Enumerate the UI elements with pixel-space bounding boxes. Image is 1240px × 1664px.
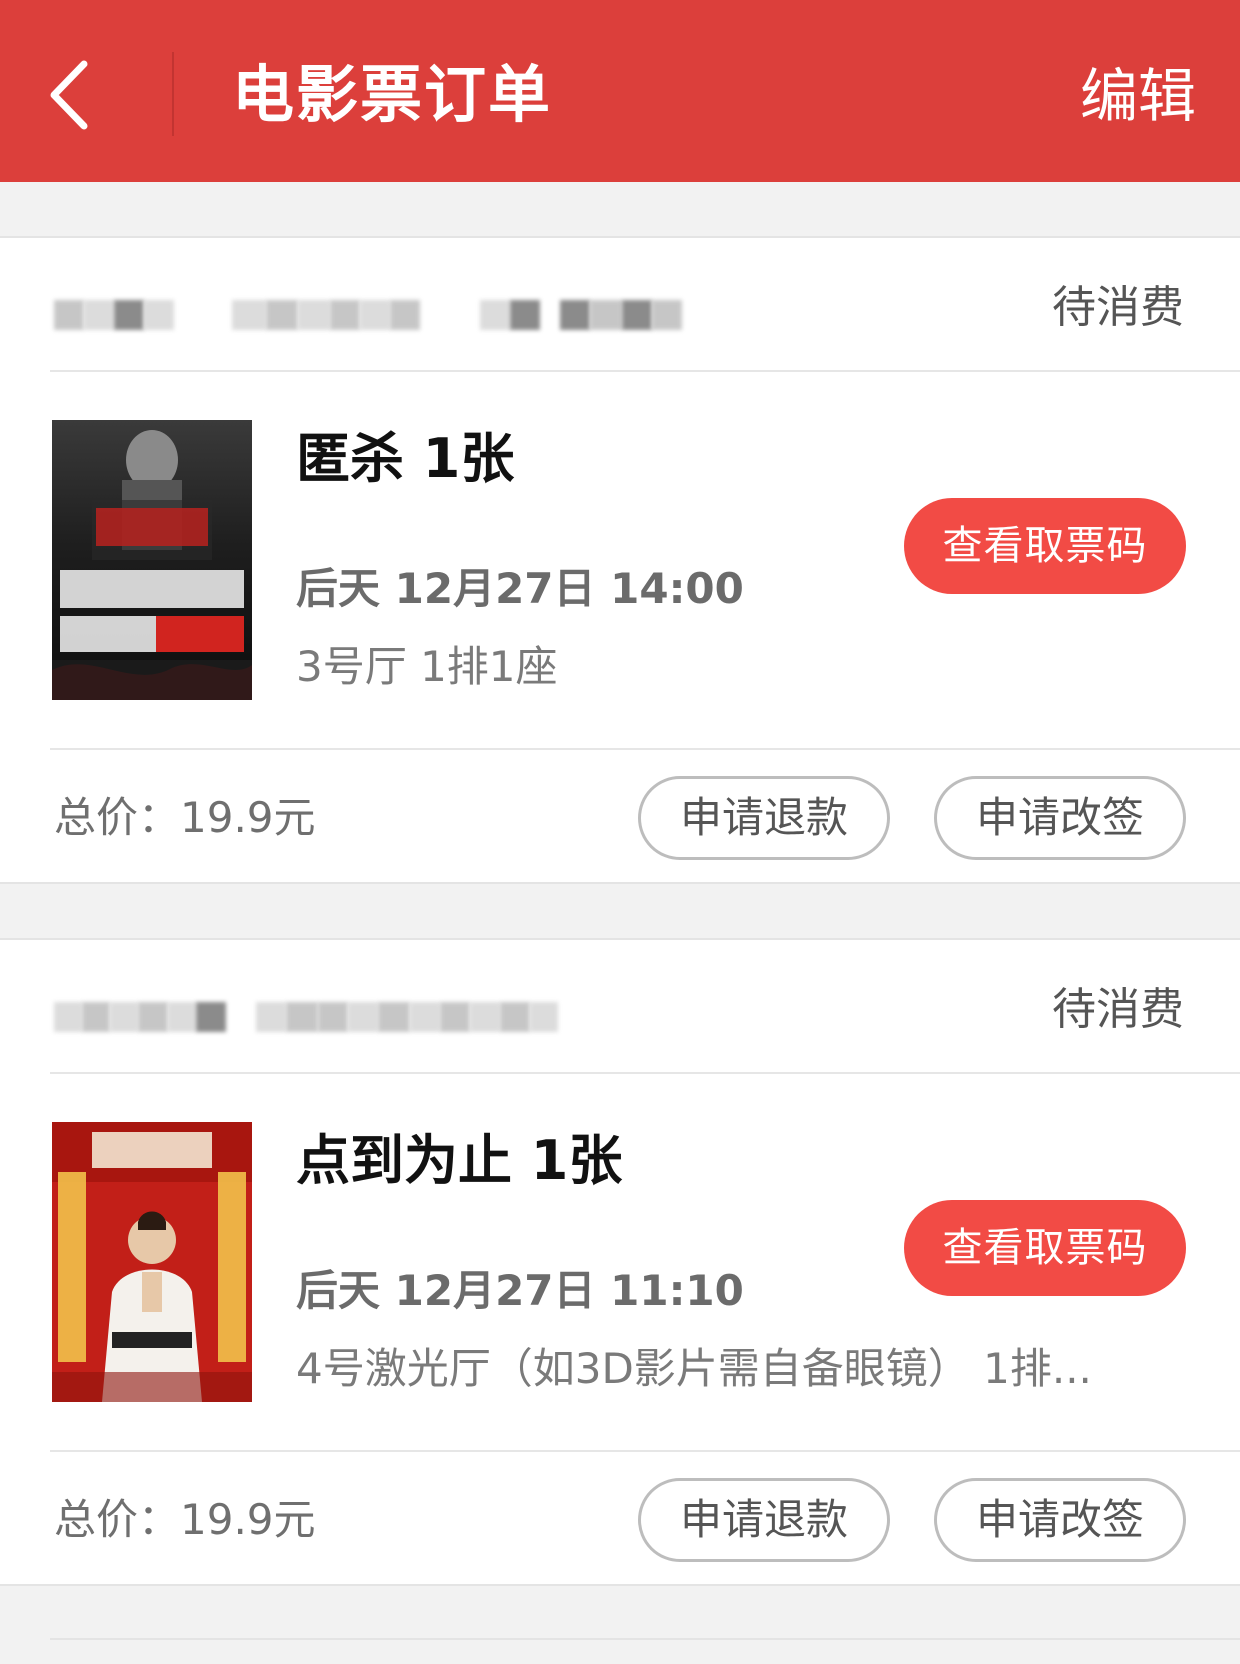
redaction-block [622, 300, 652, 330]
view-ticket-code-button[interactable]: 查看取票码 [904, 1200, 1186, 1296]
redaction-block [590, 300, 622, 330]
redaction-block [470, 1002, 500, 1032]
seat-info: 3号厅 1排1座 [296, 642, 558, 691]
cinema-name-redacted [54, 1002, 558, 1032]
redaction-block [84, 300, 114, 330]
redaction-block [510, 300, 540, 330]
reschedule-button[interactable]: 申请改签 [934, 776, 1186, 860]
redaction-block [54, 300, 84, 330]
redaction-block [54, 1002, 82, 1032]
divider [50, 1072, 1240, 1074]
chevron-left-icon [50, 60, 88, 130]
redaction-block [348, 1002, 378, 1032]
redaction-block [286, 1002, 318, 1032]
redaction-block [530, 1002, 558, 1032]
redaction-block [110, 1002, 138, 1032]
order-status: 待消费 [1052, 282, 1184, 333]
redaction-block [360, 300, 390, 330]
redaction-block [196, 1002, 226, 1032]
refund-button[interactable]: 申请退款 [638, 776, 890, 860]
seat-info: 4号激光厅（如3D影片需自备眼镜） 1排... [296, 1344, 1092, 1393]
movie-title: 匿杀 1张 [296, 427, 515, 490]
redaction-block [318, 1002, 348, 1032]
redaction-block [378, 1002, 410, 1032]
movie-poster[interactable] [52, 420, 252, 700]
redaction-block [440, 1002, 470, 1032]
redaction-block [480, 300, 510, 330]
showtime: 后天 12月27日 14:00 [296, 564, 744, 613]
redaction-block [298, 300, 330, 330]
redaction-block [144, 300, 174, 330]
redaction-block [410, 1002, 440, 1032]
total-price: 总价：19.9元 [54, 793, 316, 842]
cinema-name-redacted [54, 300, 682, 330]
next-card-edge [50, 1638, 1240, 1640]
movie-poster-red-icon [52, 1122, 252, 1402]
movie-poster-dark-icon [52, 420, 252, 700]
refund-button[interactable]: 申请退款 [638, 1478, 890, 1562]
movie-poster[interactable] [52, 1122, 252, 1402]
divider [50, 370, 1240, 372]
view-ticket-code-button[interactable]: 查看取票码 [904, 498, 1186, 594]
redaction-block [652, 300, 682, 330]
total-price: 总价：19.9元 [54, 1495, 316, 1544]
redaction-block [114, 300, 144, 330]
redaction-block [330, 300, 360, 330]
redaction-block [138, 1002, 168, 1032]
redaction-block [500, 1002, 530, 1032]
redaction-block [266, 300, 298, 330]
order-card-header: 待消费 [0, 938, 1240, 1072]
order-card-footer: 总价：19.9元 申请退款 申请改签 [0, 750, 1240, 884]
reschedule-button[interactable]: 申请改签 [934, 1478, 1186, 1562]
order-card[interactable]: 待消费 匿杀 1张 后天 12月27日 14:00 3号厅 1排1座 查看取票码… [0, 236, 1240, 884]
header-divider [172, 52, 174, 136]
redaction-block [232, 300, 266, 330]
edit-button[interactable]: 编辑 [1080, 58, 1196, 134]
order-card-header: 待消费 [0, 236, 1240, 370]
back-button[interactable] [40, 52, 150, 138]
redaction-block [82, 1002, 110, 1032]
order-card[interactable]: 待消费 点到为止 1张 后天 12月27日 11:10 4号激光厅（如3D影片需… [0, 938, 1240, 1586]
order-status: 待消费 [1052, 984, 1184, 1035]
showtime: 后天 12月27日 11:10 [296, 1266, 744, 1315]
redaction-block [560, 300, 590, 330]
page-title: 电影票订单 [232, 58, 553, 131]
movie-title: 点到为止 1张 [296, 1129, 623, 1192]
redaction-block [168, 1002, 196, 1032]
app-header: 电影票订单 编辑 [0, 0, 1240, 182]
order-card-footer: 总价：19.9元 申请退款 申请改签 [0, 1452, 1240, 1586]
redaction-block [390, 300, 420, 330]
redaction-block [256, 1002, 286, 1032]
